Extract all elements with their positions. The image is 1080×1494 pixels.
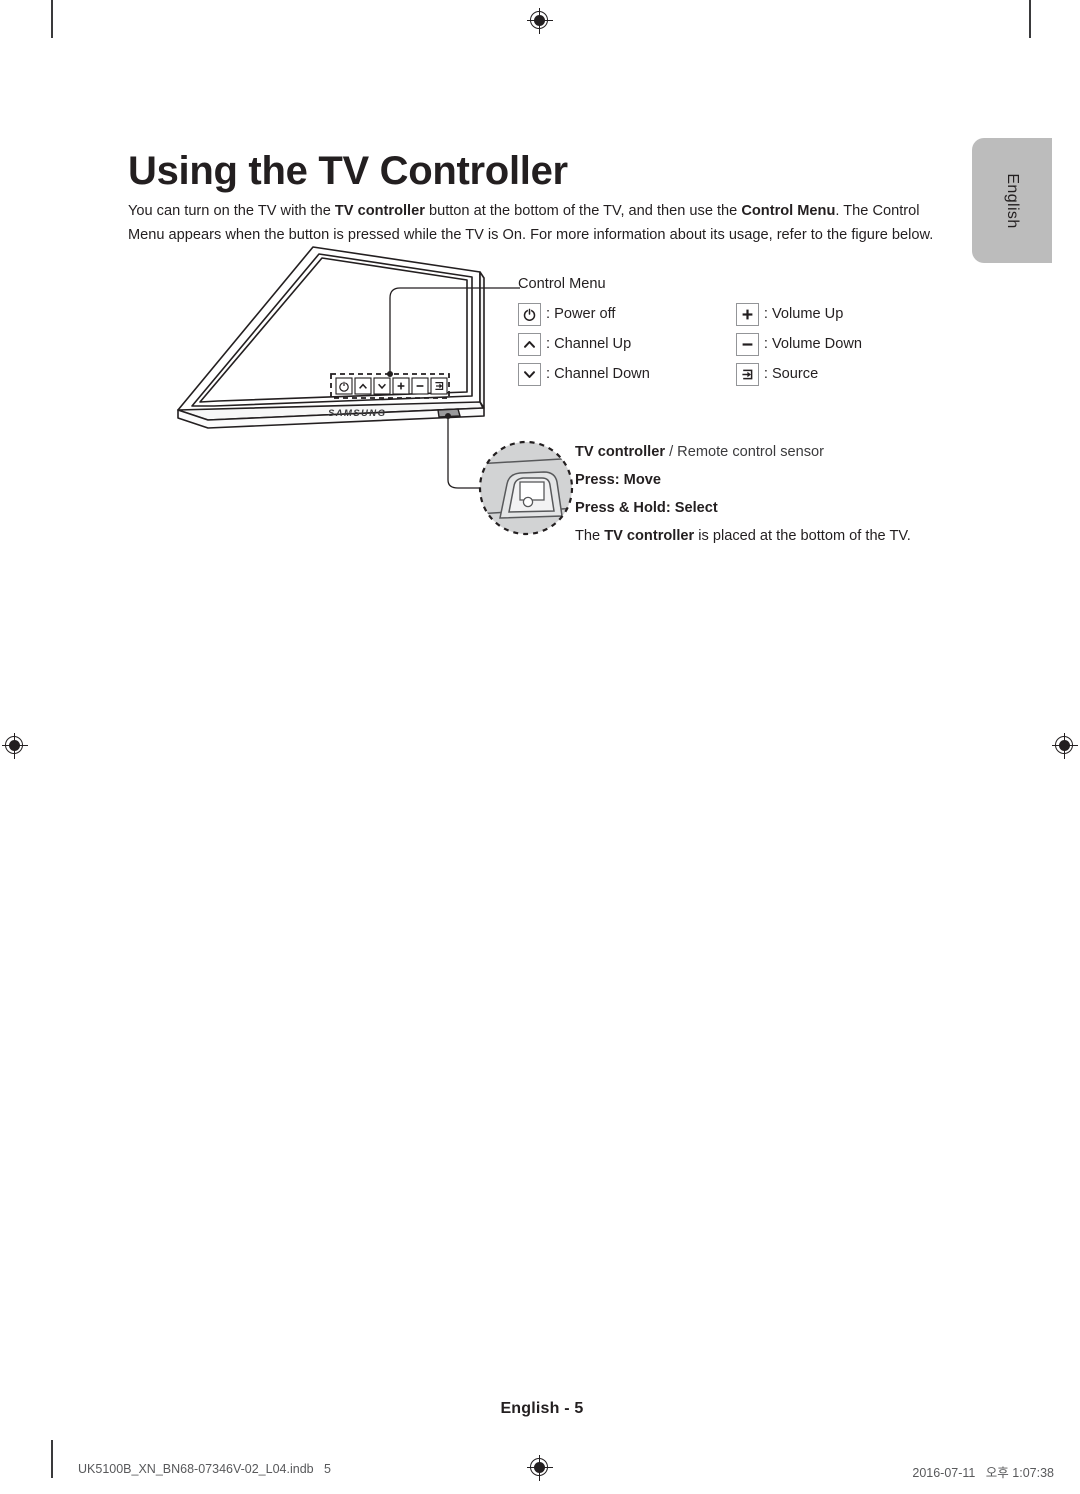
- legend-label-power-off: : Power off: [546, 306, 616, 322]
- language-tab-label: English: [1004, 172, 1021, 229]
- control-menu-title: Control Menu: [518, 276, 606, 292]
- legend-row-channel-down: : Channel Down: [518, 362, 650, 386]
- minus-icon: [735, 332, 759, 356]
- callout-heading-rest: / Remote control sensor: [665, 444, 824, 460]
- intro-bold-term: Control Menu: [741, 202, 836, 219]
- legend-label-source: : Source: [763, 366, 819, 382]
- printmark-timestamp: 2016-07-11 오후 1:07:38: [912, 1466, 1054, 1480]
- callout-note-bold: TV controller: [604, 528, 695, 544]
- intro-text: button at the bottom of the TV, and then…: [424, 202, 742, 219]
- footer-page-number: English - 5: [500, 1400, 584, 1417]
- callout-press-move-label: Press: Move: [575, 472, 661, 488]
- source-icon: [735, 362, 759, 386]
- page-title: Using the TV Controller: [128, 148, 568, 193]
- callout-press-hold-select: Press & Hold: Select: [575, 494, 975, 522]
- legend-label-channel-down: : Channel Down: [546, 366, 650, 382]
- legend-column-left: : Power off : Channel Up: Channel Down: [518, 302, 650, 386]
- samsung-logo: SAMSUNG: [328, 408, 386, 419]
- control-menu-legend: Control Menu : Power off: Channel Up: …: [518, 276, 958, 386]
- leader-line-controller: [445, 413, 480, 489]
- callout-heading-bold: TV controller: [575, 444, 666, 460]
- legend-row-channel-up: : Channel Up: [518, 332, 650, 356]
- language-tab: English: [972, 138, 1052, 263]
- legend-row-power-off: : Power off: [518, 302, 650, 326]
- intro-text: You can turn on the TV with the: [128, 202, 335, 219]
- printmark-filename: UK5100B_XN_BN68-07346V-02_L04.indb 5: [78, 1462, 331, 1476]
- crop-mark-top-right: [1029, 0, 1031, 38]
- callout-note: The TV controller is placed at the botto…: [575, 522, 975, 550]
- controller-callout-text: TV controller / Remote control sensor Pr…: [575, 438, 975, 550]
- callout-heading: TV controller / Remote control sensor: [575, 438, 975, 466]
- legend-label-channel-up: : Channel Up: [546, 336, 632, 352]
- page-body: Using the TV Controller You can turn on …: [128, 0, 956, 1494]
- legend-column-right: : Volume Up : Volume Down: Source: [735, 302, 862, 386]
- callout-press-hold-select-label: Press & Hold: Select: [575, 500, 718, 516]
- legend-label-volume-down: : Volume Down: [763, 336, 862, 352]
- chevron-down-icon: [518, 362, 541, 386]
- crop-mark-top-left: [51, 0, 53, 38]
- callout-press-move: Press: Move: [575, 466, 975, 494]
- intro-bold-term: TV controller: [334, 202, 425, 219]
- legend-row-source: : Source: [735, 362, 862, 386]
- callout-note-suffix: is placed at the bottom of the TV.: [694, 528, 911, 544]
- controller-detail-callout: [478, 440, 574, 536]
- plus-icon: [735, 302, 759, 326]
- power-icon: [518, 302, 541, 326]
- legend-row-volume-down: : Volume Down: [735, 332, 862, 356]
- crop-mark-bottom-left: [51, 1440, 53, 1478]
- registration-mark-left: [2, 733, 28, 759]
- legend-row-volume-up: : Volume Up: [735, 302, 862, 326]
- callout-note-prefix: The: [575, 528, 605, 544]
- chevron-up-icon: [518, 332, 541, 356]
- registration-mark-right: [1052, 733, 1078, 759]
- legend-label-volume-up: : Volume Up: [763, 306, 844, 322]
